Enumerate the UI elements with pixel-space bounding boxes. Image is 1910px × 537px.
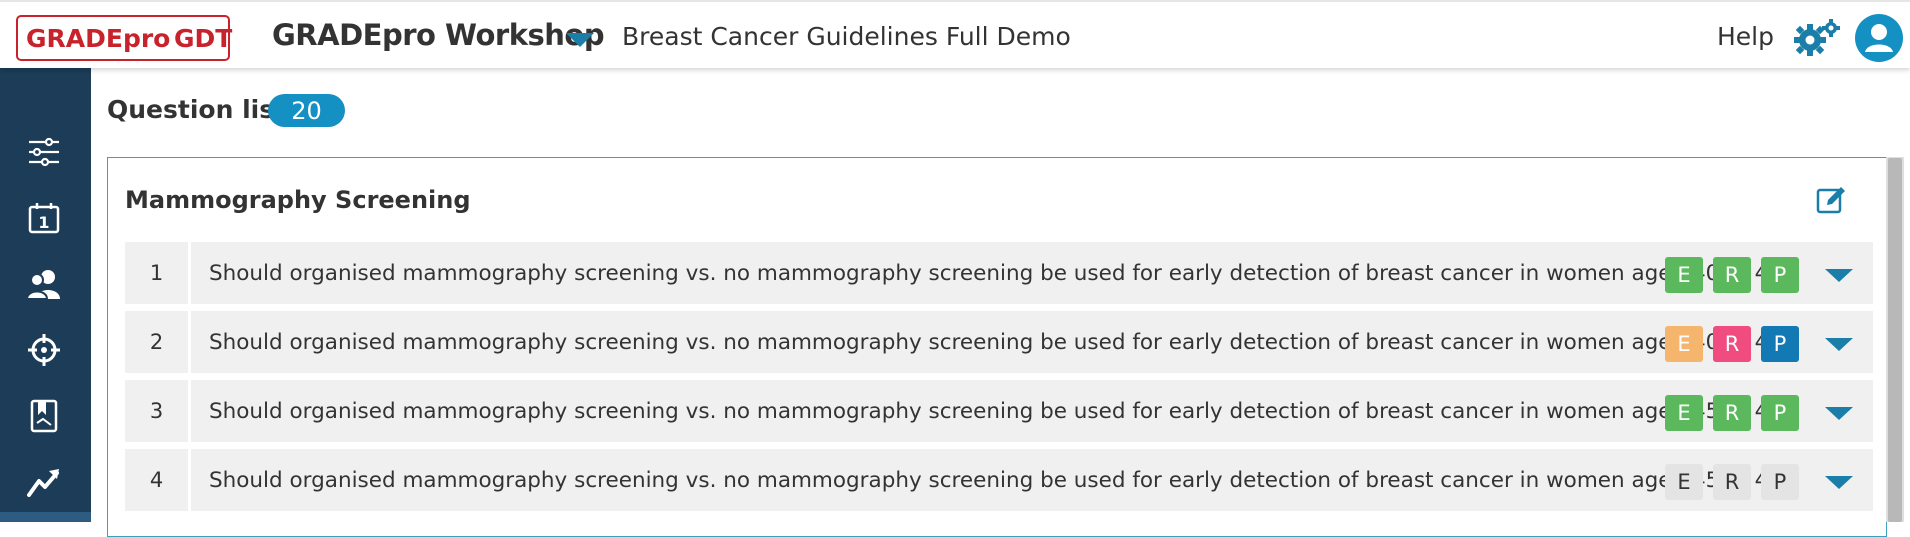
- recommendation-status-badge[interactable]: R: [1713, 464, 1751, 500]
- scrollbar-thumb[interactable]: [1888, 158, 1902, 522]
- evidence-status-badge[interactable]: E: [1665, 257, 1703, 293]
- presentation-status-badge[interactable]: P: [1761, 326, 1799, 362]
- expand-caret-icon[interactable]: [1825, 476, 1853, 489]
- edit-icon[interactable]: [1815, 184, 1847, 216]
- question-row[interactable]: 1 Should organised mammography screening…: [125, 242, 1873, 304]
- sidebar-item-references[interactable]: [22, 394, 66, 438]
- presentation-status-badge[interactable]: P: [1761, 395, 1799, 431]
- recommendation-status-badge[interactable]: R: [1713, 326, 1751, 362]
- trend-icon: [27, 469, 59, 497]
- question-number: 2: [125, 311, 191, 373]
- recommendation-status-badge[interactable]: R: [1713, 395, 1751, 431]
- sliders-icon: [29, 137, 59, 167]
- question-number: 3: [125, 380, 191, 442]
- document-icon: [30, 399, 58, 433]
- question-text[interactable]: Should organised mammography screening v…: [209, 380, 1793, 442]
- workshop-name[interactable]: GRADEpro Workshop: [272, 18, 605, 52]
- logo-text-left: GRADEpro: [26, 23, 171, 53]
- top-bar: GRADEpro GDT GRADEpro Workshop Breast Ca…: [0, 0, 1910, 68]
- sidebar-item-scope[interactable]: [22, 328, 66, 372]
- evidence-status-badge[interactable]: E: [1665, 464, 1703, 500]
- sidebar-item-team[interactable]: [22, 262, 66, 306]
- recommendation-status-badge[interactable]: R: [1713, 257, 1751, 293]
- sidebar-item-tasks[interactable]: 1: [22, 196, 66, 240]
- sidebar: 1: [0, 68, 91, 522]
- evidence-status-badge[interactable]: E: [1665, 326, 1703, 362]
- question-text[interactable]: Should organised mammography screening v…: [209, 311, 1793, 373]
- evidence-status-badge[interactable]: E: [1665, 395, 1703, 431]
- sidebar-active-indicator: [0, 512, 91, 522]
- expand-caret-icon[interactable]: [1825, 407, 1853, 420]
- question-row[interactable]: 3 Should organised mammography screening…: [125, 380, 1873, 442]
- sidebar-item-settings[interactable]: [22, 130, 66, 174]
- target-icon: [28, 334, 60, 366]
- expand-caret-icon[interactable]: [1825, 269, 1853, 282]
- logo-text-right: GDT: [174, 23, 233, 53]
- question-text[interactable]: Should organised mammography screening v…: [209, 449, 1793, 511]
- project-name[interactable]: Breast Cancer Guidelines Full Demo: [622, 22, 1071, 51]
- presentation-status-badge[interactable]: P: [1761, 257, 1799, 293]
- question-group-panel: Mammography Screening 1 Should organised…: [107, 157, 1887, 537]
- team-icon: [26, 270, 60, 300]
- question-count-badge: 20: [268, 94, 345, 127]
- question-row[interactable]: 4 Should organised mammography screening…: [125, 449, 1873, 511]
- workshop-dropdown-caret-icon[interactable]: [566, 33, 594, 47]
- settings-gear-icon[interactable]: [1792, 18, 1842, 58]
- presentation-status-badge[interactable]: P: [1761, 464, 1799, 500]
- svg-text:1: 1: [38, 213, 49, 232]
- help-link[interactable]: Help: [1717, 22, 1774, 51]
- sidebar-item-prognosis[interactable]: [22, 460, 66, 504]
- expand-caret-icon[interactable]: [1825, 338, 1853, 351]
- gradepro-logo[interactable]: GRADEpro GDT: [16, 15, 233, 61]
- calendar-icon: 1: [28, 203, 60, 234]
- question-number: 4: [125, 449, 191, 511]
- question-row[interactable]: 2 Should organised mammography screening…: [125, 311, 1873, 373]
- group-title: Mammography Screening: [125, 186, 471, 214]
- question-text[interactable]: Should organised mammography screening v…: [209, 242, 1793, 304]
- question-number: 1: [125, 242, 191, 304]
- question-list-title: Question list: [107, 95, 287, 124]
- user-avatar-icon[interactable]: [1855, 14, 1903, 62]
